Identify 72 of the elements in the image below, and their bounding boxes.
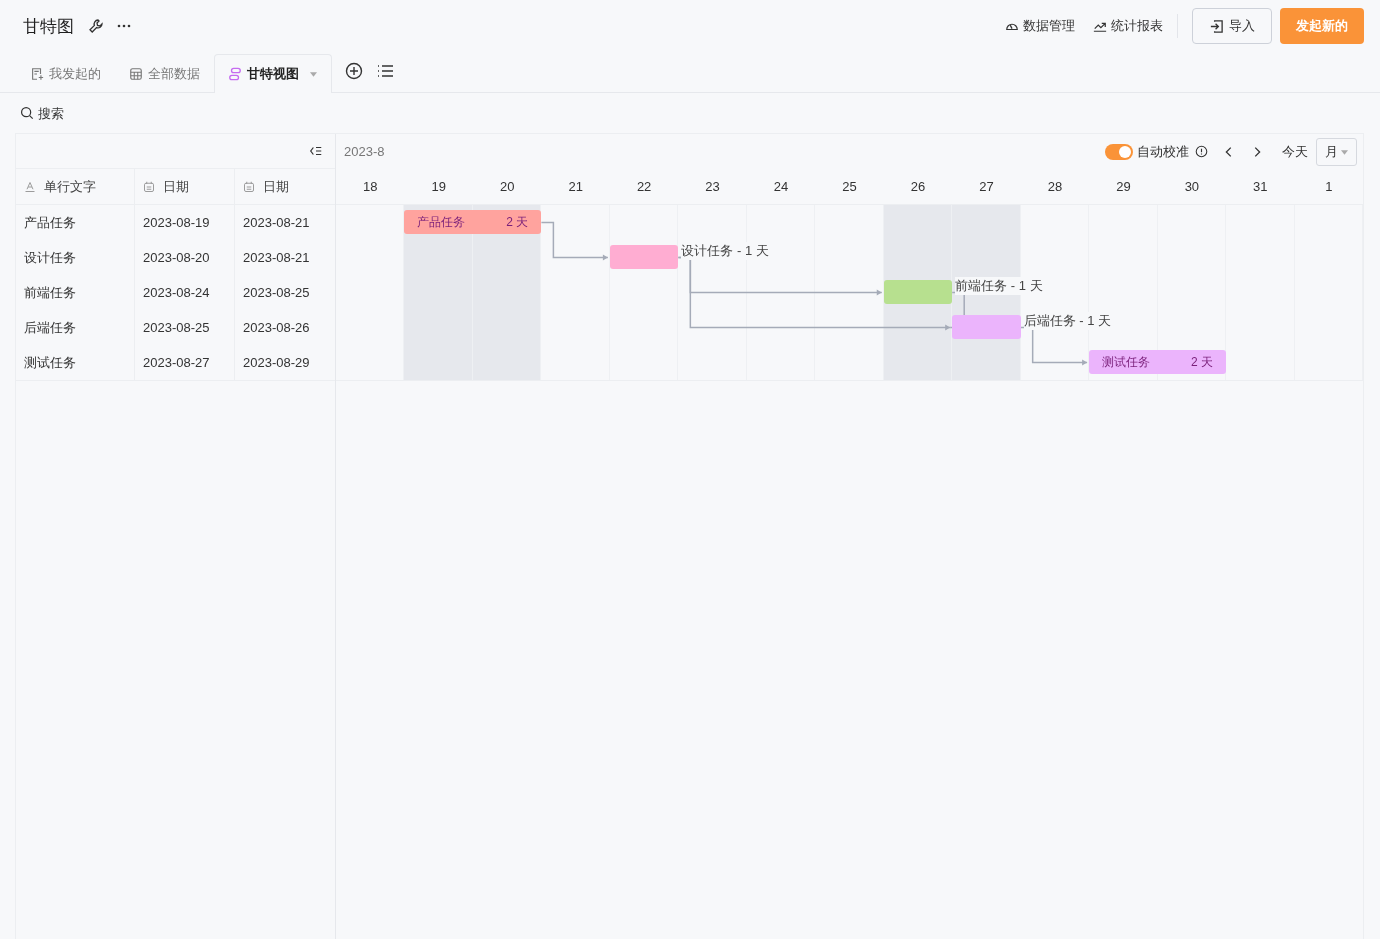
wrench-icon[interactable]: [88, 18, 104, 34]
column-header[interactable]: 日期: [235, 169, 335, 204]
column-header[interactable]: 日期: [135, 169, 235, 204]
table-cell: 2023-08-25: [135, 310, 235, 345]
table-cell: 后端任务: [16, 310, 135, 345]
toggle-label: 自动校准: [1137, 142, 1189, 161]
header-link[interactable]: 数据管理: [1005, 17, 1075, 35]
collapse-icon[interactable]: [309, 144, 323, 158]
toggle-switch[interactable]: [1105, 143, 1133, 160]
search-field[interactable]: 搜索: [38, 105, 98, 121]
day-label: 29: [1115, 178, 1132, 196]
add-icon[interactable]: [345, 62, 363, 80]
task-duration: 2 天: [1191, 353, 1214, 371]
today-button[interactable]: 今天: [1278, 142, 1312, 161]
table-cell-text: 2023-08-26: [242, 319, 311, 337]
day-label: 25: [841, 178, 858, 196]
list-icon[interactable]: [376, 62, 394, 80]
task-name: 测试任务: [1102, 353, 1151, 371]
day-label: 19: [430, 178, 447, 196]
task-bar[interactable]: 产品任务 2 天: [404, 210, 542, 234]
day-label: 30: [1183, 178, 1201, 196]
table-cell: 2023-08-24: [135, 275, 235, 310]
dependency-arrow: [540, 221, 609, 261]
day-label: 27: [978, 178, 995, 196]
day-label: 20: [498, 178, 516, 196]
day-label: 22: [635, 178, 653, 196]
table-cell: 前端任务: [16, 275, 135, 310]
header-link[interactable]: 统计报表: [1093, 17, 1163, 35]
task-label: 后端任务 - 1 天: [1023, 312, 1112, 330]
info-icon[interactable]: [1195, 145, 1208, 158]
calendar-icon: [243, 180, 255, 193]
table-cell-text: 2023-08-21: [242, 214, 311, 232]
calendar-icon: [143, 180, 155, 193]
import-button[interactable]: 导入: [1192, 8, 1272, 44]
scale-dropdown[interactable]: 月: [1316, 137, 1357, 166]
gantt-icon: [228, 67, 242, 81]
day-label: 1: [1324, 178, 1334, 196]
day-label: 24: [772, 178, 790, 196]
task-label: 前端任务 - 1 天: [955, 277, 1043, 295]
day-label: 28: [1046, 178, 1064, 196]
column-header[interactable]: 单行文字: [16, 169, 135, 204]
table-cell-text: 2023-08-25: [242, 284, 311, 302]
table-cell: 设计任务: [16, 240, 135, 275]
table-cell-text: 2023-08-29: [242, 354, 311, 372]
caret-icon: [310, 71, 317, 77]
task-duration: 2 天: [506, 213, 529, 231]
form-icon: [30, 67, 44, 81]
search-icon: [20, 106, 34, 120]
day-label: 18: [362, 178, 379, 196]
task-label: 设计任务 - 1 天: [681, 242, 769, 260]
task-name: 产品任务: [417, 213, 466, 231]
table-cell: 测试任务: [16, 345, 135, 380]
table-icon: [129, 67, 143, 81]
caret-icon: [1341, 149, 1348, 155]
day-label: 31: [1252, 178, 1269, 196]
table-cell-text: 2023-08-21: [242, 249, 311, 267]
table-cell: 2023-08-27: [135, 345, 235, 380]
dependency-arrow: [1019, 326, 1088, 366]
view-tab[interactable]: 全部数据: [115, 54, 214, 93]
app-title: 甘特图: [23, 15, 74, 38]
day-label: 21: [567, 178, 584, 196]
text-field-icon: [24, 180, 36, 193]
table-cell: 2023-08-20: [135, 240, 235, 275]
month-label: 2023-8: [344, 144, 385, 159]
view-tab[interactable]: 甘特视图: [214, 54, 332, 93]
day-label: 23: [704, 178, 721, 196]
table-cell: 2023-08-19: [135, 205, 235, 240]
day-label: 26: [909, 178, 927, 196]
task-bar[interactable]: 测试任务 2 天: [1089, 350, 1227, 374]
import-icon: [1209, 18, 1224, 34]
view-tab[interactable]: 我发起的: [16, 54, 115, 93]
table-cell: 产品任务: [16, 205, 135, 240]
